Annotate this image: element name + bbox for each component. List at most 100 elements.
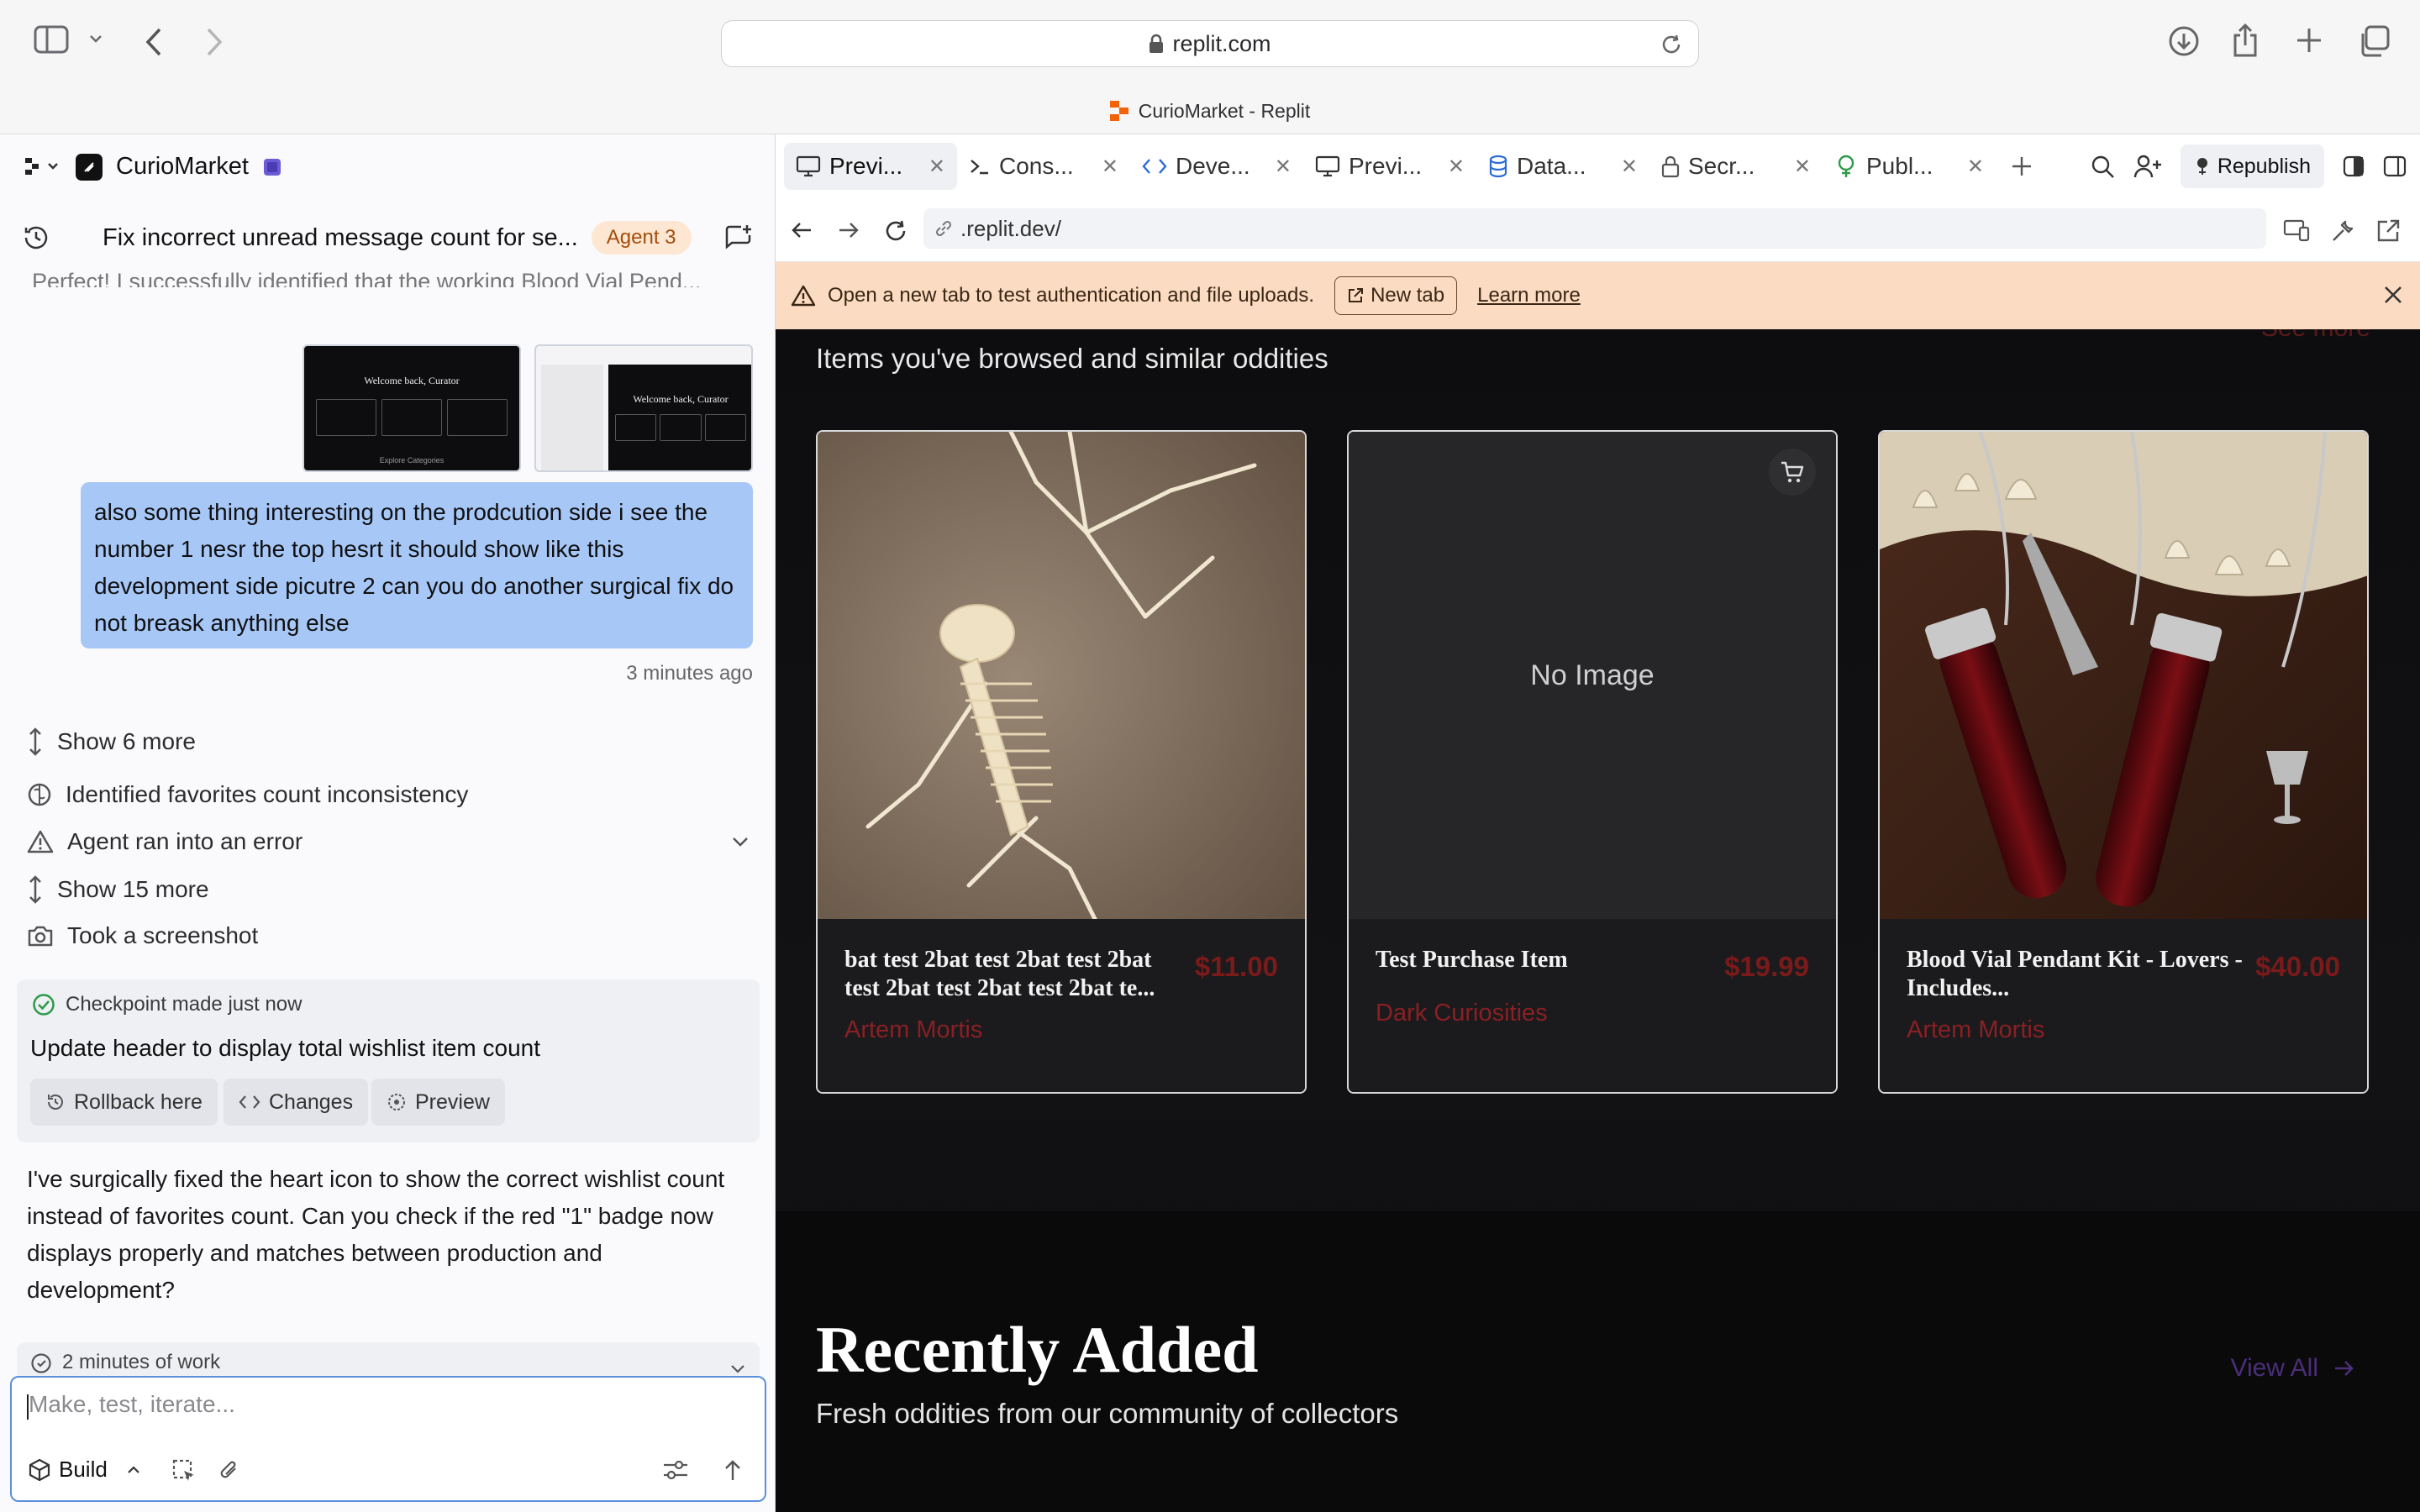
chat-title[interactable]: Fix incorrect unread message count for s… [103,224,578,252]
attached-screenshot-1[interactable]: Welcome back, Curator Explore Categories [302,344,521,472]
replit-logo-icon [1109,101,1128,121]
republish-button[interactable]: Republish [2180,144,2324,188]
project-header: CurioMarket [25,153,282,181]
brain-icon [27,782,52,807]
select-element-icon[interactable] [171,1458,197,1483]
step-error[interactable]: Agent ran into an error [27,828,750,855]
panel-toggle-icon[interactable] [2383,155,2407,177]
product-name[interactable]: Blood Vial Pendant Kit - Lovers - Includ… [1907,946,2243,1003]
send-icon[interactable] [723,1458,743,1482]
preview-url-bar[interactable]: .replit.dev/ [923,208,2266,249]
product-seller[interactable]: Artem Mortis [1907,1016,2044,1044]
chevron-down-icon[interactable] [89,34,103,44]
history-icon[interactable] [22,223,50,252]
share-icon[interactable] [2232,24,2259,57]
settings-sliders-icon[interactable] [662,1458,689,1482]
add-tab-icon[interactable] [2011,155,2033,177]
close-icon[interactable]: ✕ [1448,155,1465,179]
attached-screenshot-2[interactable]: Welcome back, Curator [534,344,753,472]
tab-console[interactable]: Cons... ✕ [957,143,1130,190]
step-label: Agent ran into an error [67,828,303,854]
tab-preview-2[interactable]: Previ... ✕ [1303,143,1476,190]
chevron-down-icon[interactable] [731,836,750,848]
browser-tab-title[interactable]: CurioMarket - Replit [0,94,2420,128]
changes-button[interactable]: Changes [224,1079,369,1126]
workspace-menu-icon[interactable] [25,156,62,178]
step-identified[interactable]: Identified favorites count inconsistency [27,781,468,808]
preview-back-icon[interactable] [791,220,813,240]
product-image[interactable] [818,432,1305,919]
product-name[interactable]: Test Purchase Item [1376,946,1712,974]
product-seller[interactable]: Dark Curiosities [1376,1000,1548,1027]
preview-reload-icon[interactable] [883,218,908,244]
tab-secrets[interactable]: Secr... ✕ [1649,143,1823,190]
project-logo-icon [76,153,103,181]
tab-publishing[interactable]: Publ... ✕ [1823,143,1996,190]
recently-added-section: Recently Added Fresh oddities from our c… [776,1211,2420,1512]
see-more-link[interactable]: See more [2261,329,2370,343]
devtools-wrench-icon[interactable] [2330,218,2355,244]
camera-icon [27,924,54,948]
project-name[interactable]: CurioMarket [116,153,249,181]
tab-label: Publ... [1866,153,1933,179]
new-tab-button[interactable]: New tab [1334,276,1458,315]
close-icon[interactable]: ✕ [1794,155,1811,179]
preview-button[interactable]: Preview [371,1079,505,1126]
theme-toggle-icon[interactable] [2343,155,2365,177]
terminal-icon [969,157,991,176]
view-all-link[interactable]: View All [2230,1354,2355,1383]
show-more-steps-2[interactable]: Show 15 more [27,875,209,904]
preview-url-text: .replit.dev/ [960,215,1061,241]
reload-icon[interactable] [1660,33,1683,56]
product-card[interactable]: Blood Vial Pendant Kit - Lovers - Includ… [1878,430,2369,1094]
close-icon[interactable] [2382,284,2404,306]
step-label: Identified favorites count inconsistency [66,781,469,807]
monitor-icon [796,155,821,177]
section-subtitle: Items you've browsed and similar odditie… [816,343,1328,374]
build-mode-button[interactable]: Build [29,1457,141,1483]
product-seller[interactable]: Artem Mortis [844,1016,982,1044]
tab-overview-icon[interactable] [2358,25,2390,57]
add-to-cart-button[interactable] [1769,449,1816,496]
learn-more-link[interactable]: Learn more [1477,284,1581,307]
tab-devtools[interactable]: Deve... ✕ [1130,143,1303,190]
forward-icon[interactable] [205,27,224,57]
sidebar-toggle-icon[interactable] [34,25,69,54]
attach-icon[interactable] [217,1458,242,1483]
step-screenshot[interactable]: Took a screenshot [27,922,258,949]
product-image-placeholder[interactable]: No Image [1349,432,1836,919]
rollback-button[interactable]: Rollback here [30,1079,218,1126]
product-card[interactable]: No Image Test Purchase Item $19.99 Dark … [1347,430,1838,1094]
agent-message: I've surgically fixed the heart icon to … [27,1166,725,1303]
chevron-down-icon [729,1364,746,1374]
search-icon[interactable] [2090,154,2115,179]
product-name[interactable]: bat test 2bat test 2bat test 2bat test 2… [844,946,1181,1003]
checkpoint-header: Checkpoint made just now [32,993,302,1016]
new-tab-icon[interactable] [2296,27,2323,54]
republish-label: Republish [2217,154,2311,178]
device-toggle-icon[interactable] [2283,218,2310,242]
close-icon[interactable]: ✕ [1621,155,1638,179]
download-icon[interactable] [2168,25,2200,57]
open-external-icon[interactable] [2375,218,2401,244]
new-chat-icon[interactable] [724,223,753,252]
chat-input[interactable]: Make, test, iterate... [29,1391,235,1418]
chat-header: Fix incorrect unread message count for s… [0,208,775,267]
tab-preview[interactable]: Previ... ✕ [784,143,957,190]
checkpoint-title: Update header to display total wishlist … [30,1035,540,1061]
address-bar[interactable]: replit.com [721,20,1699,67]
show-more-steps-1[interactable]: Show 6 more [27,727,196,756]
close-icon[interactable]: ✕ [1275,155,1292,179]
close-icon[interactable]: ✕ [1967,155,1984,179]
close-icon[interactable]: ✕ [1102,155,1118,179]
product-card[interactable]: bat test 2bat test 2bat test 2bat test 2… [816,430,1307,1094]
product-image[interactable] [1880,432,2367,919]
invite-user-icon[interactable] [2133,154,2162,179]
work-summary[interactable]: 2 minutes of work [17,1342,760,1376]
tab-database[interactable]: Data... ✕ [1476,143,1649,190]
preview-forward-icon[interactable] [838,220,860,240]
checkpoint-card: Checkpoint made just now Update header t… [17,979,760,1142]
close-icon[interactable]: ✕ [929,155,945,179]
back-icon[interactable] [145,27,163,57]
agent-badge: Agent 3 [591,221,692,255]
